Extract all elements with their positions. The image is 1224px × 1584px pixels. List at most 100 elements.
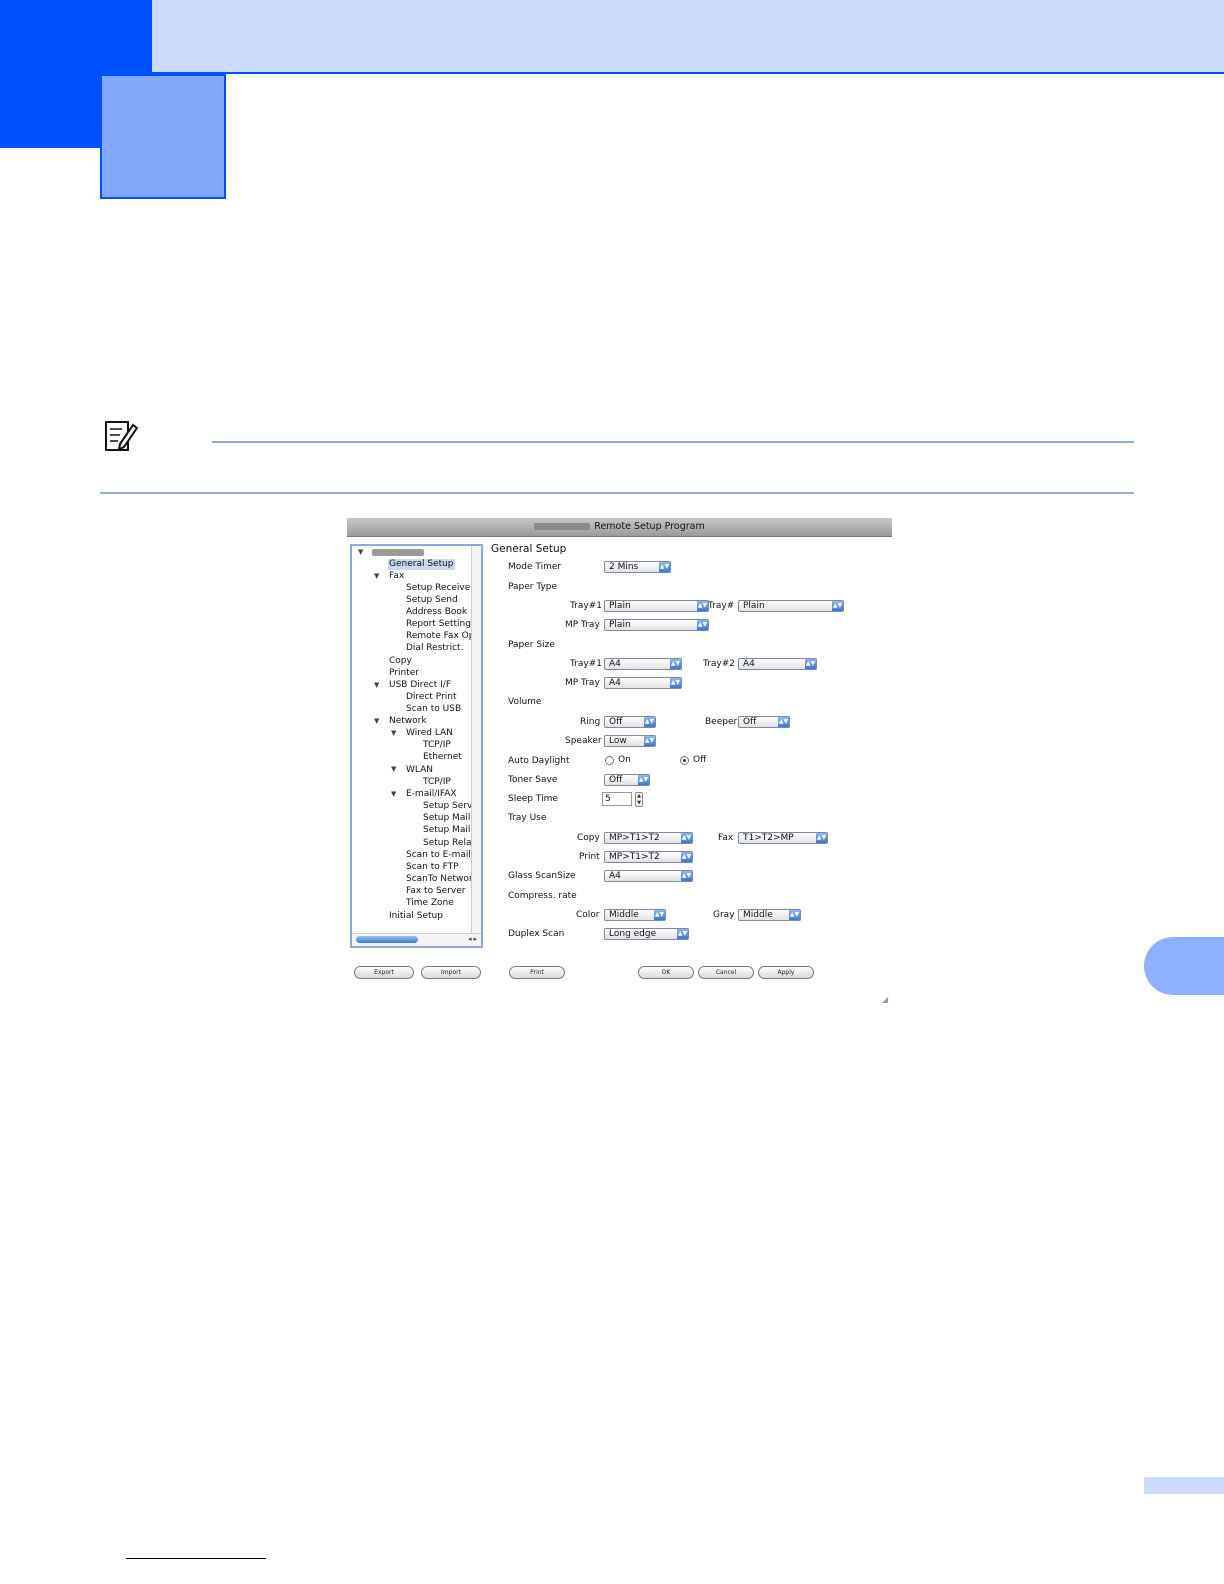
select-arrows-icon: ▲▼ <box>654 910 665 920</box>
ring-value: Off <box>609 717 623 727</box>
auto-daylight-on-radio[interactable] <box>605 756 614 765</box>
cancel-button[interactable]: Cancel <box>698 966 754 979</box>
speaker-label: Speaker <box>565 736 602 746</box>
paper-size-tray1-label: Tray#1 <box>570 659 602 669</box>
sleep-time-stepper[interactable]: ▲ ▼ <box>635 792 643 807</box>
tree-item-setup-server[interactable]: Setup Serve <box>423 801 478 812</box>
tree-item-ethernet[interactable]: Ethernet <box>423 752 462 763</box>
tree-item-scan-to-ftp[interactable]: Scan to FTP <box>406 862 459 873</box>
paper-type-mp-select[interactable]: Plain ▲▼ <box>604 619 709 631</box>
tree-horizontal-scrollbar[interactable]: ◂▸ <box>352 933 481 946</box>
compress-gray-select[interactable]: Middle ▲▼ <box>738 909 801 921</box>
paper-type-label: Paper Type <box>508 582 558 592</box>
window-titlebar[interactable]: Remote Setup Program <box>347 518 892 537</box>
tree-item-general-setup[interactable]: General Setup <box>388 559 455 570</box>
speaker-select[interactable]: Low ▲▼ <box>604 735 656 747</box>
tree-item-wlan[interactable]: WLAN <box>406 765 433 776</box>
disclosure-triangle-icon[interactable]: ▼ <box>358 548 363 556</box>
tree-item-network[interactable]: Network <box>389 716 427 727</box>
tree-item-scan-to-email[interactable]: Scan to E-mail <box>406 850 471 861</box>
toner-save-label: Toner Save <box>508 775 558 785</box>
print-button[interactable]: Print <box>509 966 565 979</box>
tree-item-printer[interactable]: Printer <box>389 668 419 679</box>
tree-item-time-zone[interactable]: Time Zone <box>406 898 454 909</box>
tree-item-email-ifax[interactable]: E-mail/IFAX <box>406 789 457 800</box>
page-number-tab <box>1144 1477 1224 1494</box>
select-arrows-icon: ▲▼ <box>638 775 649 785</box>
export-button[interactable]: Export <box>354 966 414 979</box>
mode-timer-select[interactable]: 2 Mins ▲▼ <box>604 561 671 573</box>
select-arrows-icon: ▲▼ <box>677 929 688 939</box>
tree-item-wired-lan[interactable]: Wired LAN <box>406 728 453 739</box>
tree-item-address-book[interactable]: Address Book <box>406 607 467 618</box>
disclosure-triangle-icon[interactable]: ▼ <box>374 572 379 580</box>
header-band <box>0 0 1224 74</box>
tree-item-scan-to-usb[interactable]: Scan to USB <box>406 704 461 715</box>
tree-item-setup-send[interactable]: Setup Send <box>406 595 458 606</box>
compress-color-select[interactable]: Middle ▲▼ <box>604 909 666 921</box>
paper-type-tray2-select[interactable]: Plain ▲▼ <box>738 600 844 612</box>
mode-timer-value: 2 Mins <box>609 562 639 572</box>
ring-select[interactable]: Off ▲▼ <box>604 716 656 728</box>
select-arrows-icon: ▲▼ <box>832 601 843 611</box>
paper-size-mp-select[interactable]: A4 ▲▼ <box>604 677 682 689</box>
beeper-select[interactable]: Off ▲▼ <box>738 716 790 728</box>
compress-gray-value: Middle <box>743 910 773 920</box>
toner-save-select[interactable]: Off ▲▼ <box>604 774 650 786</box>
ok-button[interactable]: OK <box>638 966 694 979</box>
disclosure-triangle-icon[interactable]: ▼ <box>374 717 379 725</box>
tree-item-dial-restrict[interactable]: Dial Restrict. <box>406 643 463 654</box>
sleep-time-input[interactable]: 5 <box>602 792 632 806</box>
paper-type-mp-value: Plain <box>609 620 631 630</box>
ring-label: Ring <box>580 717 601 727</box>
auto-daylight-off-radio[interactable] <box>680 756 689 765</box>
tray-use-copy-value: MP>T1>T2 <box>609 833 660 843</box>
scroll-arrows-icon[interactable]: ◂▸ <box>468 935 479 943</box>
panel-title: General Setup <box>491 543 567 555</box>
speaker-value: Low <box>609 736 627 746</box>
glass-scansize-select[interactable]: A4 ▲▼ <box>604 870 693 882</box>
disclosure-triangle-icon[interactable]: ▼ <box>374 681 379 689</box>
tray-use-copy-select[interactable]: MP>T1>T2 ▲▼ <box>604 832 693 844</box>
scrollbar-thumb[interactable] <box>356 936 418 943</box>
paper-size-tray2-select[interactable]: A4 ▲▼ <box>738 658 817 670</box>
tray-use-print-label: Print <box>579 852 600 862</box>
paper-size-tray1-select[interactable]: A4 ▲▼ <box>604 658 682 670</box>
select-arrows-icon: ▲▼ <box>681 833 692 843</box>
window-title: Remote Setup Program <box>594 521 705 532</box>
tray-use-print-select[interactable]: MP>T1>T2 ▲▼ <box>604 851 693 863</box>
select-arrows-icon: ▲▼ <box>778 717 789 727</box>
select-arrows-icon: ▲▼ <box>805 659 816 669</box>
disclosure-triangle-icon[interactable]: ▼ <box>391 729 396 737</box>
tree-item-setup-relay[interactable]: Setup Relay <box>423 838 477 849</box>
tree-item-fax[interactable]: Fax <box>389 571 404 582</box>
tree-item-setup-receive[interactable]: Setup Receive <box>406 583 470 594</box>
resize-grip-icon[interactable]: ◢ <box>882 996 890 1004</box>
apply-button[interactable]: Apply <box>758 966 814 979</box>
tree-item-direct-print[interactable]: Direct Print <box>406 692 457 703</box>
tree-item-usb-direct[interactable]: USB Direct I/F <box>389 680 451 691</box>
beeper-label: Beeper <box>705 717 738 727</box>
tree-item-fax-to-server[interactable]: Fax to Server <box>406 886 465 897</box>
duplex-scan-select[interactable]: Long edge ▲▼ <box>604 928 689 940</box>
tree-item-scan-to-network[interactable]: ScanTo Network <box>406 874 478 885</box>
disclosure-triangle-icon[interactable]: ▼ <box>391 790 396 798</box>
tree-item-remote-fax-opt[interactable]: Remote Fax Opt <box>406 631 478 642</box>
select-arrows-icon: ▲▼ <box>681 871 692 881</box>
footer-rule <box>126 1558 266 1559</box>
tree-item-report-setting[interactable]: Report Setting <box>406 619 471 630</box>
settings-tree[interactable]: ▼ General Setup ▼ Fax Setup Receive Setu… <box>350 544 483 948</box>
paper-size-label: Paper Size <box>508 640 555 650</box>
tree-item-wlan-tcpip[interactable]: TCP/IP <box>423 777 451 788</box>
import-button[interactable]: Import <box>421 966 481 979</box>
auto-daylight-label: Auto Daylight <box>508 756 570 766</box>
tree-item-wired-tcpip[interactable]: TCP/IP <box>423 740 451 751</box>
duplex-scan-label: Duplex Scan <box>508 929 565 939</box>
disclosure-triangle-icon[interactable]: ▼ <box>391 765 396 773</box>
paper-type-tray1-select[interactable]: Plain ▲▼ <box>604 600 709 612</box>
select-arrows-icon: ▲▼ <box>816 833 827 843</box>
tray-use-fax-select[interactable]: T1>T2>MP ▲▼ <box>738 832 828 844</box>
tree-item-copy[interactable]: Copy <box>389 656 412 667</box>
tree-item-initial-setup[interactable]: Initial Setup <box>389 911 443 922</box>
tree-vertical-scrollbar[interactable] <box>471 546 481 934</box>
